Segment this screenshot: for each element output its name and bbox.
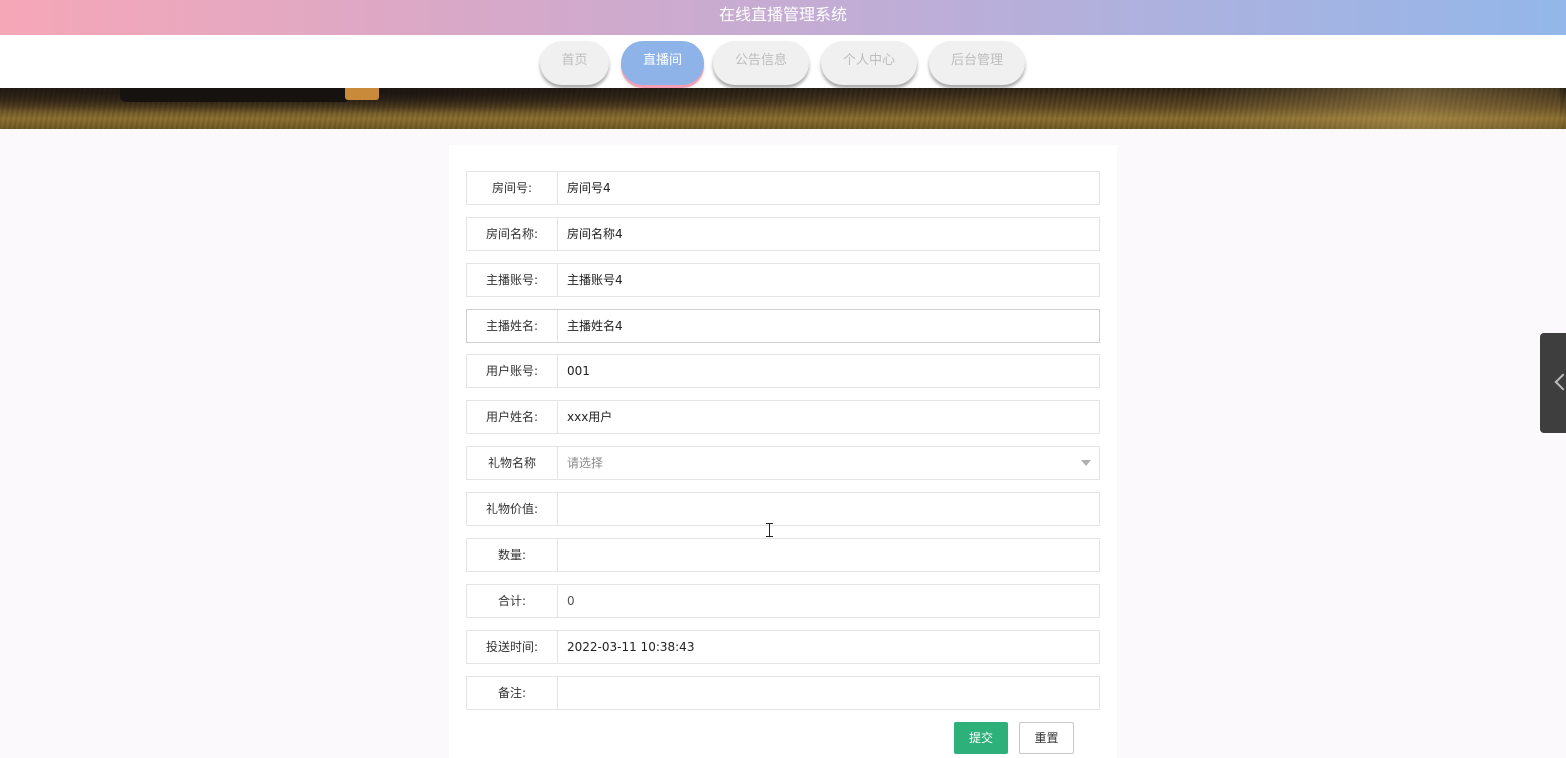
- field-label: 主播账号:: [467, 264, 558, 296]
- field-label: 投送时间:: [467, 631, 558, 663]
- room-name-input[interactable]: 房间名称4: [559, 218, 1099, 250]
- user-name-input[interactable]: xxx用户: [559, 401, 1099, 433]
- reset-button[interactable]: 重置: [1019, 722, 1074, 754]
- form-row-streamer-name: 主播姓名: 主播姓名4: [466, 309, 1100, 343]
- field-label: 备注:: [467, 677, 558, 709]
- side-panel-toggle[interactable]: [1540, 333, 1566, 433]
- banner-accent: [345, 88, 379, 100]
- gift-value-input[interactable]: [559, 493, 1099, 525]
- form-row-streamer-account: 主播账号: 主播账号4: [466, 263, 1100, 297]
- main-nav: 首页 直播间 公告信息 个人中心 后台管理: [0, 35, 1566, 88]
- form-row-total: 合计: 0: [466, 584, 1100, 618]
- field-label: 用户账号:: [467, 355, 558, 387]
- field-label: 礼物价值:: [467, 493, 558, 525]
- field-label: 房间号:: [467, 172, 558, 204]
- remarks-input[interactable]: [559, 677, 1099, 709]
- quantity-input[interactable]: [559, 539, 1099, 571]
- field-label: 数量:: [467, 539, 558, 571]
- form-row-quantity: 数量:: [466, 538, 1100, 572]
- app-title: 在线直播管理系统: [718, 5, 847, 24]
- chevron-down-icon[interactable]: [1081, 460, 1091, 466]
- room-number-input[interactable]: 房间号4: [559, 172, 1099, 204]
- field-label: 合计:: [467, 585, 558, 617]
- form-row-room-name: 房间名称: 房间名称4: [466, 217, 1100, 251]
- chevron-left-icon: [1554, 373, 1566, 391]
- nav-item-personal-center[interactable]: 个人中心: [821, 41, 917, 85]
- nav-item-announcements[interactable]: 公告信息: [713, 41, 809, 85]
- nav-item-home[interactable]: 首页: [540, 41, 609, 85]
- streamer-account-input[interactable]: 主播账号4: [559, 264, 1099, 296]
- form-row-send-time: 投送时间: 2022-03-11 10:38:43: [466, 630, 1100, 664]
- nav-item-live-room[interactable]: 直播间: [621, 41, 704, 85]
- banner-shadow: [120, 88, 350, 102]
- send-time-input[interactable]: 2022-03-11 10:38:43: [559, 631, 1099, 663]
- form-row-gift-name: 礼物名称 请选择: [466, 446, 1100, 480]
- streamer-name-input[interactable]: 主播姓名4: [559, 310, 1099, 342]
- field-label: 用户姓名:: [467, 401, 558, 433]
- total-input[interactable]: 0: [559, 585, 1099, 617]
- form-row-gift-value: 礼物价值:: [466, 492, 1100, 526]
- header-bar: 在线直播管理系统: [0, 0, 1566, 35]
- form-row-room-number: 房间号: 房间号4: [466, 171, 1100, 205]
- user-account-input[interactable]: 001: [559, 355, 1099, 387]
- gift-form: 房间号: 房间号4 房间名称: 房间名称4 主播账号: 主播账号4 主播姓名: …: [449, 145, 1117, 758]
- text-cursor-icon: [766, 523, 773, 537]
- form-row-user-name: 用户姓名: xxx用户: [466, 400, 1100, 434]
- field-label: 房间名称:: [467, 218, 558, 250]
- banner-image: [0, 88, 1566, 129]
- nav-item-admin[interactable]: 后台管理: [929, 41, 1025, 85]
- field-label: 礼物名称: [467, 447, 558, 479]
- banner-glow: [1200, 88, 1560, 129]
- form-row-user-account: 用户账号: 001: [466, 354, 1100, 388]
- submit-button[interactable]: 提交: [954, 722, 1008, 754]
- form-row-remarks: 备注:: [466, 676, 1100, 710]
- field-label: 主播姓名:: [467, 310, 558, 342]
- gift-name-select[interactable]: 请选择: [559, 447, 1099, 479]
